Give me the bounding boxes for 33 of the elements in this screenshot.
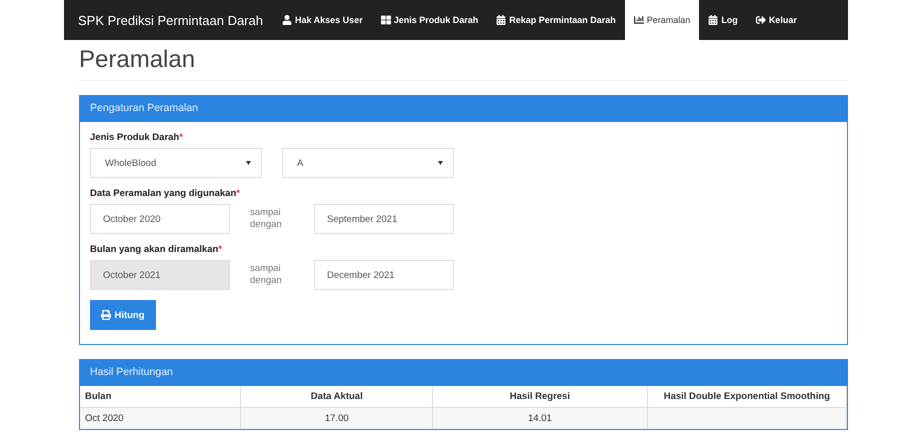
nav-item[interactable]: Jenis Produk Darah (372, 0, 488, 40)
dropdown[interactable]: A (282, 148, 454, 178)
panel-title: Pengaturan Peramalan (80, 96, 847, 122)
brand-title[interactable]: SPK Prediksi Permintaan Darah (78, 0, 263, 40)
table-cell: Oct 2020 (80, 408, 241, 429)
bar-chart-icon (634, 15, 644, 25)
field-label: Data Peramalan yang digunakan* (90, 188, 241, 199)
table-cell: 17.00 (240, 408, 433, 429)
month-input[interactable]: October 2020 (90, 204, 230, 234)
field-label: Jenis Produk Darah* (90, 132, 184, 143)
nav-item[interactable]: Keluar (746, 0, 806, 40)
calculate-button[interactable]: Hitung (90, 300, 156, 330)
table-cell: 14.01 (432, 408, 648, 429)
nav-item[interactable]: Hak Akses User (272, 0, 372, 40)
caret-icon (246, 161, 251, 165)
nav-item[interactable]: Log (699, 0, 747, 40)
printer-icon (101, 310, 112, 320)
caret-icon (438, 161, 443, 165)
calendar-icon (496, 15, 506, 25)
month-input[interactable]: December 2021 (314, 260, 454, 290)
range-separator: sampai dengan (249, 206, 283, 232)
page-title: Peramalan (79, 40, 848, 81)
range-separator: sampai dengan (249, 262, 283, 288)
calendar-icon (708, 15, 718, 25)
panel-title: Hasil Perhitungan (80, 360, 847, 386)
nav-item[interactable]: Peramalan (624, 0, 700, 40)
nav-item[interactable]: Rekap Permintaan Darah (487, 0, 625, 40)
grid-icon (380, 15, 391, 25)
month-input[interactable]: September 2021 (314, 204, 454, 234)
dropdown[interactable]: WholeBlood (90, 148, 262, 178)
field-label: Bulan yang akan diramalkan* (90, 244, 223, 255)
logout-icon (756, 15, 766, 25)
user-icon (282, 15, 292, 25)
